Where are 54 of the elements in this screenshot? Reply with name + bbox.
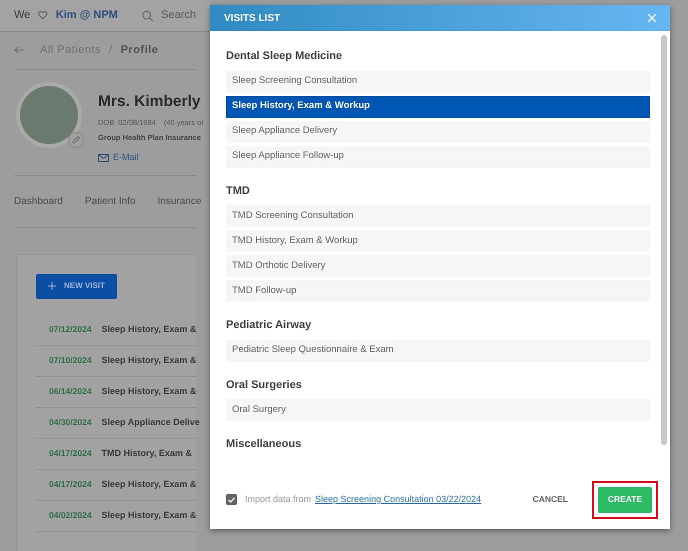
visit-type-item[interactable]: TMD Follow-up [226,280,650,302]
visit-date: 07/12/2024 [49,323,92,336]
brand-text: We [14,8,30,24]
section-heading: TMD [226,184,251,198]
visit-type-item[interactable]: Pediatric Sleep Questionnaire & Exam [226,340,650,362]
user-name[interactable]: Kim @ NPM [56,7,118,24]
visit-type-item[interactable]: TMD Orthotic Delivery [226,255,650,277]
section-heading: Miscellaneous [226,437,302,452]
dialog-title: VISITS LIST [224,12,280,26]
visit-title[interactable]: Sleep History, Exam & [102,385,196,398]
search-field[interactable]: Search [161,7,196,24]
checkbox[interactable] [226,494,237,505]
pencil-icon[interactable] [68,132,84,148]
tab[interactable]: Dashboard [14,194,63,209]
visit-type-item[interactable]: TMD Screening Consultation [226,205,650,227]
create-button[interactable]: CREATE [598,486,652,512]
visit-link[interactable]: Sleep Screening Consultation 03/22/2024 [315,492,482,506]
visit-date: 04/02/2024 [49,509,92,522]
heart-icon [38,11,48,20]
patient-name: Mrs. Kimberly [98,92,202,112]
new-visit-button[interactable]: NEW VISIT [36,274,117,299]
visit-title[interactable]: Sleep History, Exam & [102,323,196,336]
visit-title[interactable]: Sleep Appliance Delive [102,416,200,430]
visit-type-item[interactable]: TMD History, Exam & Workup [226,230,650,252]
plus-icon [48,282,56,290]
visit-type-item[interactable]: Sleep Appliance Delivery [226,120,650,142]
visit-title[interactable]: TMD History, Exam & [102,447,192,460]
breadcrumb-current: Profile [120,43,158,58]
visit-date: 06/14/2024 [49,385,92,398]
close-icon[interactable] [648,14,656,22]
tab[interactable]: Insurance [158,194,202,209]
tab[interactable]: Patient Info [84,194,136,209]
visit-type-item[interactable]: Oral Surgery [226,399,650,421]
cancel-button[interactable]: CANCEL [524,489,576,510]
search-icon [142,10,154,22]
visit-date: 04/30/2024 [49,416,92,430]
scrollbar[interactable] [661,35,667,445]
visit-title[interactable]: Sleep History, Exam & [102,509,196,522]
section-heading: Oral Surgeries [226,378,303,392]
visit-type-item[interactable]: Sleep History, Exam & Workup [226,96,650,118]
visit-title[interactable]: Sleep History, Exam & [102,478,196,492]
visit-type-item[interactable]: Sleep Screening Consultation [226,70,650,92]
visit-title[interactable]: Sleep History, Exam & [102,354,196,368]
import-label: Import data from [245,492,312,506]
visit-date: 04/17/2024 [49,447,92,460]
breadcrumb-separator: / [109,43,113,58]
section-heading: Dental Sleep Medicine [226,49,344,64]
envelope-icon [98,154,109,162]
section-heading: Pediatric Airway [226,318,312,333]
back-arrow-icon[interactable] [14,46,24,54]
visit-type-item[interactable]: Sleep Appliance Follow-up [226,146,650,168]
visit-date: 07/10/2024 [49,354,92,368]
email-link[interactable]: E-Mail [113,151,139,165]
visit-date: 04/17/2024 [49,478,92,492]
